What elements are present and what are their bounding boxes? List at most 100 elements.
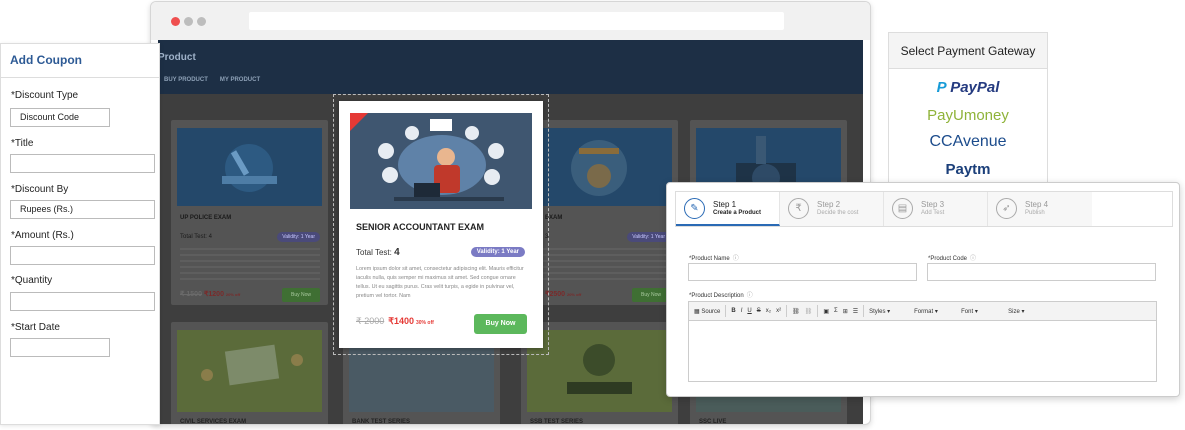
payment-gateway-panel: Select Payment Gateway P PayPal PayUmone… [888,32,1048,192]
table-icon[interactable]: ⊞ [843,308,848,315]
product-name: SSB TEST SERIES [530,419,584,425]
validity-badge: Validity: 1 Year [277,232,320,242]
minimize-dot-icon[interactable] [184,17,193,26]
paypal-logo[interactable]: P PayPal [889,79,1047,96]
step-number: Step 4 [1025,200,1049,209]
featured-product-name: SENIOR ACCOUNTANT EXAM [356,222,484,232]
price: ₹ 1500 ₹1200 20% off [180,291,241,298]
rupee-icon: ₹ [788,198,809,219]
discount-type-label: *Discount Type [11,90,79,101]
featured-buy-now-button[interactable]: Buy Now [474,314,527,334]
address-bar[interactable] [249,12,784,30]
product-description-label: *Product Description ⓘ [689,293,753,299]
featured-description: Lorem ipsum dolor sit amet, consectetur … [356,266,524,299]
product-name: CIVIL SERVICES EXAM [180,419,247,425]
buy-now-button[interactable]: Buy Now [282,288,320,302]
format-dropdown[interactable]: Format ▾ [914,308,956,315]
featured-product-image [350,113,532,209]
step-1[interactable]: ✎ Step 1 Create a Product [676,192,780,226]
step-2[interactable]: ₹ Step 2 Decide the cost [780,192,884,226]
product-card[interactable]: CIVIL SERVICES EXAM [171,322,328,425]
document-icon: ▤ [892,198,913,219]
discount-by-select[interactable]: Rupees (Rs.) [10,200,155,219]
tab-buy-product[interactable]: BUY PRODUCT [164,77,208,83]
featured-product-card[interactable]: SENIOR ACCOUNTANT EXAM Total Test: 4 Val… [339,101,543,348]
pencil-icon: ✎ [684,198,705,219]
quantity-input[interactable] [10,292,155,311]
underline-icon[interactable]: U [747,308,751,314]
maximize-dot-icon[interactable] [197,17,206,26]
horizontal-line-icon[interactable]: ☰ [853,308,858,315]
discount-type-select[interactable]: Discount Code [10,108,110,127]
discount-by-label: *Discount By [11,184,69,195]
product-image [177,128,322,206]
payumoney-logo[interactable]: PayUmoney [889,107,1047,124]
start-date-input[interactable] [10,338,110,357]
link-icon[interactable]: ⛓ [792,308,800,315]
tab-my-product[interactable]: MY PRODUCT [220,77,260,83]
product-name-label: *Product Name ⓘ [689,256,739,262]
strikethrough-icon[interactable]: S [757,308,761,314]
rocket-icon: ➶ [996,198,1017,219]
product-description [530,248,670,282]
start-date-label: *Start Date [11,322,60,333]
step-3[interactable]: ▤ Step 3 Add Test [884,192,988,226]
close-dot-icon[interactable] [171,17,180,26]
browser-chrome [151,2,870,40]
sigma-icon[interactable]: Σ [834,308,838,314]
featured-price: ₹ 2000 ₹1400 30% off [356,316,434,326]
step-description: Publish [1025,210,1045,216]
featured-total-tests: Total Test: 4 [356,247,400,258]
price: ₹2500 20% off [545,291,582,298]
image-icon[interactable]: ▣ [823,308,829,315]
info-icon: ⓘ [746,293,753,299]
app-title: Product [158,52,196,63]
font-dropdown[interactable]: Font ▾ [961,308,1003,315]
total-tests: Total Test: 4 [180,234,212,240]
quantity-label: *Quantity [11,275,53,286]
italic-icon[interactable]: I [741,308,743,314]
paytm-logo[interactable]: Paytm [889,161,1047,178]
product-image [177,330,322,412]
step-4[interactable]: ➶ Step 4 Publish [988,192,1092,226]
product-description [180,248,320,282]
create-product-wizard: ✎ Step 1 Create a Product ₹ Step 2 Decid… [666,182,1180,397]
info-icon: ⓘ [732,256,739,262]
bold-icon[interactable]: B [731,308,735,314]
featured-product-frame: SENIOR ACCOUNTANT EXAM Total Test: 4 Val… [333,94,549,355]
new-ribbon-icon [350,113,368,131]
product-name-input[interactable] [688,263,917,281]
amount-input[interactable] [10,246,155,265]
product-card[interactable]: UP POLICE EXAM Total Test: 4 Validity: 1… [171,120,328,305]
featured-validity-badge: Validity: 1 Year [470,247,525,257]
superscript-icon[interactable]: x² [776,308,781,314]
title-label: *Title [11,138,34,149]
validity-badge: Validity: 1 Year [627,232,670,242]
size-dropdown[interactable]: Size ▾ [1008,308,1048,315]
product-name: BANK TEST SERIES [352,419,411,425]
unlink-icon[interactable]: ⛓ [805,308,813,315]
title-input[interactable] [10,154,155,173]
subscript-icon[interactable]: x₂ [766,308,771,314]
amount-label: *Amount (Rs.) [11,230,74,241]
buy-now-button[interactable]: Buy Now [632,288,670,302]
divider [1,77,159,78]
app-header: Product BUY PRODUCT MY PRODUCT [158,40,863,94]
description-editor[interactable] [688,321,1157,382]
editor-toolbar: ▦ Source B I U S x₂ x² ⛓ ⛓ ▣ Σ ⊞ ☰ Style… [688,301,1157,321]
step-description: Add Test [921,210,945,216]
coupon-title: Add Coupon [10,53,82,67]
payment-gateway-title: Select Payment Gateway [889,33,1047,69]
add-coupon-panel: Add Coupon *Discount Type Discount Code … [0,43,160,425]
product-name: UP POLICE EXAM [180,215,232,221]
ccavenue-logo[interactable]: CCAvenue [889,133,1047,151]
info-icon: ⓘ [970,256,977,262]
step-description: Create a Product [713,210,762,216]
product-code-input[interactable] [927,263,1156,281]
wizard-steps: ✎ Step 1 Create a Product ₹ Step 2 Decid… [675,191,1173,227]
step-description: Decide the cost [817,210,859,216]
step-number: Step 3 [921,200,945,209]
styles-dropdown[interactable]: Styles ▾ [869,308,909,315]
step-number: Step 1 [713,200,737,209]
source-button[interactable]: ▦ Source [694,308,720,315]
